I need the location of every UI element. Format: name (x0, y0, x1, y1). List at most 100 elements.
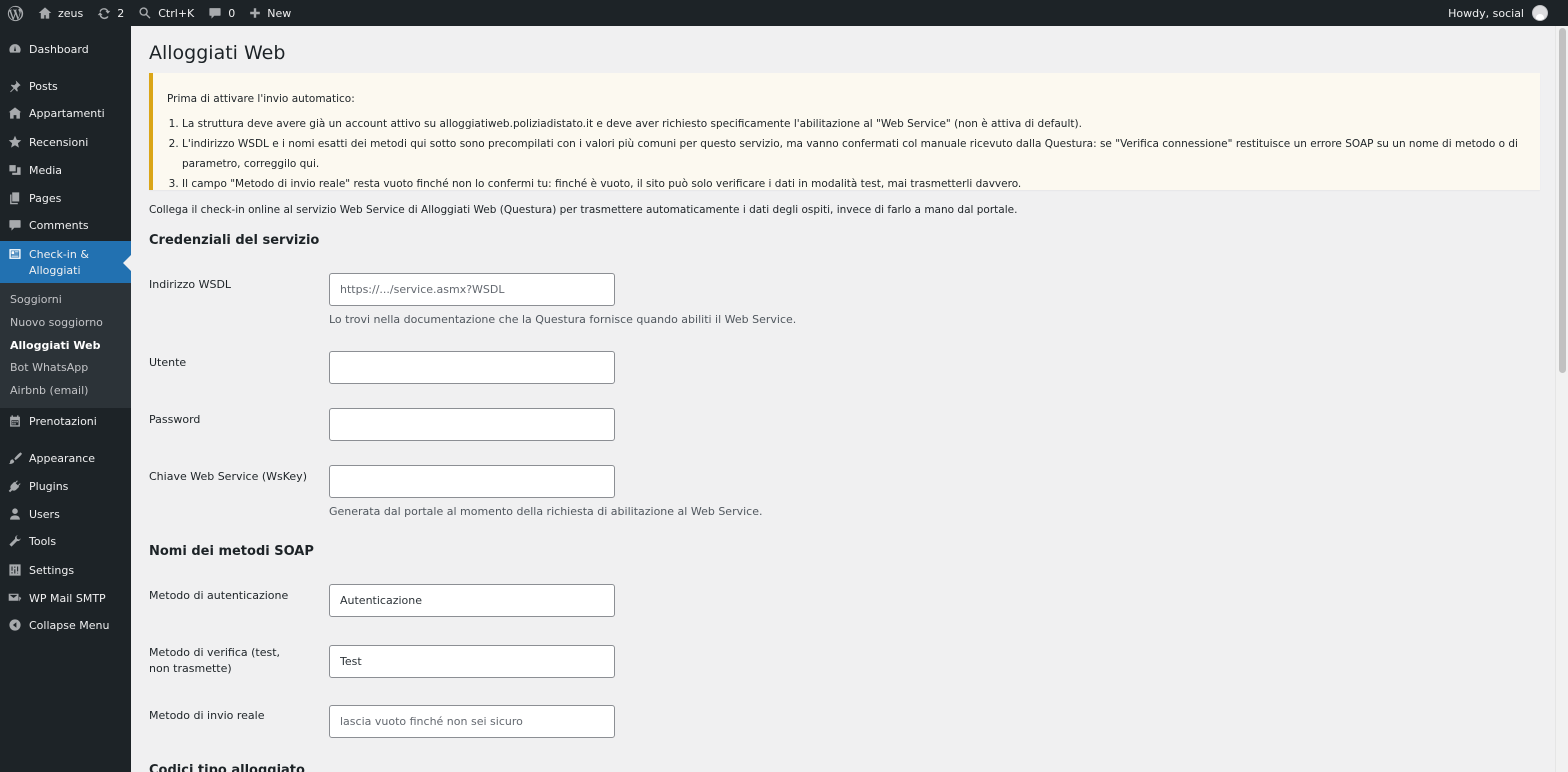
new-label: New (267, 6, 292, 20)
sidebar-item-label: Collapse Menu (29, 618, 110, 632)
comment-bubble-icon (209, 8, 221, 19)
new-content-button[interactable]: New (242, 0, 298, 26)
wrench-icon (9, 535, 21, 547)
pages-icon (10, 192, 20, 205)
sidebar-item-wp-mail-smtp[interactable]: WP Mail SMTP (0, 591, 131, 605)
notice-item: L'indirizzo WSDL e i nomi esatti dei met… (182, 134, 1526, 174)
sidebar-item-label: Plugins (29, 479, 69, 493)
send-method-input[interactable] (329, 705, 615, 738)
section-title-methods: Nomi dei metodi SOAP (149, 544, 314, 559)
paintbrush-icon (8, 452, 22, 464)
search-icon (139, 7, 151, 19)
wsdl-input[interactable] (329, 273, 615, 306)
submenu-item-nuovo-soggiorno[interactable]: Nuovo soggiorno (10, 316, 103, 329)
user-label: Utente (149, 356, 187, 369)
home-icon (38, 7, 52, 19)
auth-method-input[interactable] (329, 584, 615, 617)
wskey-description: Generata dal portale al momento della ri… (329, 505, 763, 518)
wskey-input[interactable] (329, 465, 615, 498)
sidebar-item-label: Tools (29, 534, 57, 548)
page-scrollbar[interactable] (1555, 26, 1568, 772)
calendar-icon (10, 415, 20, 427)
plus-icon (250, 8, 261, 18)
section-title-credentials: Credenziali del servizio (149, 233, 320, 248)
section-title-codes: Codici tipo alloggiato (149, 763, 305, 772)
pushpin-icon (10, 80, 21, 93)
sidebar-item-label: Pages (29, 191, 62, 205)
dashboard-icon (9, 44, 21, 53)
sidebar-item-checkin[interactable]: Check-in & Alloggiati (0, 241, 131, 283)
sidebar-item-recensioni[interactable]: Recensioni (0, 135, 131, 149)
scrollbar-thumb[interactable] (1559, 28, 1566, 373)
sidebar-item-pages[interactable]: Pages (0, 191, 131, 205)
intro-text: Collega il check-in online al servizio W… (149, 204, 1018, 216)
submenu-item-alloggiati-web[interactable]: Alloggiati Web (10, 339, 101, 352)
notice-list: La struttura deve avere già un account a… (182, 114, 1526, 194)
user-input[interactable] (329, 351, 615, 384)
wordpress-logo-icon (7, 5, 24, 21)
settings-sliders-icon (9, 564, 21, 576)
id-card-icon (9, 249, 21, 259)
submenu-item-airbnb-email[interactable]: Airbnb (email) (10, 384, 88, 397)
admin-bar: zeus 2 Ctrl+K 0 New Howdy, social (0, 0, 1568, 26)
sidebar-item-settings[interactable]: Settings (0, 563, 131, 577)
sidebar-item-label: Settings (29, 563, 75, 577)
collapse-menu-button[interactable]: Collapse Menu (0, 618, 131, 632)
notice-item: Il campo "Metodo di invio reale" resta v… (182, 174, 1526, 194)
search-shortcut-button[interactable]: Ctrl+K (131, 0, 201, 26)
submenu-item-soggiorni[interactable]: Soggiorni (10, 293, 62, 306)
admin-menu: Dashboard Posts Appartamenti Recensioni … (0, 26, 131, 772)
sidebar-item-appartamenti[interactable]: Appartamenti (0, 106, 131, 120)
updates-icon (97, 8, 111, 20)
checkin-submenu: Soggiorni Nuovo soggiorno Alloggiati Web… (0, 283, 131, 408)
comments-link[interactable]: 0 (201, 0, 242, 26)
site-name: zeus (58, 6, 84, 20)
howdy-text: Howdy, social (1448, 6, 1524, 20)
submenu-item-bot-whatsapp[interactable]: Bot WhatsApp (10, 361, 88, 374)
sidebar-item-label: Posts (29, 79, 58, 93)
sidebar-item-prenotazioni[interactable]: Prenotazioni (0, 414, 131, 428)
sidebar-item-label: Check-in & Alloggiati (29, 248, 89, 277)
wsdl-label: Indirizzo WSDL (149, 278, 232, 291)
user-icon (10, 508, 20, 520)
media-icon (9, 165, 21, 175)
sidebar-item-tools[interactable]: Tools (0, 534, 131, 548)
warning-notice: Prima di attivare l'invio automatico: La… (149, 73, 1540, 190)
sidebar-item-label: Appartamenti (29, 106, 105, 120)
test-method-label: Metodo di verifica (test, non trasmette) (149, 646, 281, 675)
mail-icon (8, 593, 22, 602)
test-method-input[interactable] (329, 645, 615, 678)
main-content: Alloggiati Web Prima di attivare l'invio… (131, 26, 1555, 772)
notice-item: La struttura deve avere già un account a… (182, 114, 1526, 134)
sidebar-item-comments[interactable]: Comments (0, 218, 131, 232)
sidebar-item-users[interactable]: Users (0, 507, 131, 521)
sidebar-item-label: Recensioni (29, 135, 89, 149)
sidebar-item-media[interactable]: Media (0, 163, 131, 177)
comments-count: 0 (228, 6, 236, 20)
sidebar-item-label: Media (29, 163, 63, 177)
send-method-label: Metodo di invio reale (149, 709, 265, 722)
wp-logo-button[interactable] (0, 0, 31, 26)
building-icon (8, 107, 22, 119)
updates-link[interactable]: 2 (90, 0, 131, 26)
sidebar-item-plugins[interactable]: Plugins (0, 479, 131, 493)
current-menu-arrow (123, 255, 131, 271)
my-account-menu[interactable]: Howdy, social (1448, 0, 1568, 26)
sidebar-item-label: WP Mail SMTP (29, 591, 106, 605)
sidebar-item-label: Dashboard (29, 42, 89, 56)
plugin-icon (8, 480, 21, 493)
site-name-link[interactable]: zeus (31, 0, 90, 26)
sidebar-item-appearance[interactable]: Appearance (0, 451, 131, 465)
auth-method-label: Metodo di autenticazione (149, 589, 289, 602)
page-title: Alloggiati Web (149, 42, 286, 64)
sidebar-item-dashboard[interactable]: Dashboard (0, 42, 131, 56)
sidebar-item-posts[interactable]: Posts (0, 79, 131, 93)
sidebar-item-label: Prenotazioni (29, 414, 97, 428)
sidebar-item-label: Appearance (29, 451, 96, 465)
star-icon (8, 135, 22, 148)
sidebar-item-label: Comments (29, 218, 89, 232)
password-input[interactable] (329, 408, 615, 441)
wskey-label: Chiave Web Service (WsKey) (149, 470, 307, 483)
notice-heading: Prima di attivare l'invio automatico: (167, 93, 355, 105)
avatar (1532, 5, 1548, 21)
